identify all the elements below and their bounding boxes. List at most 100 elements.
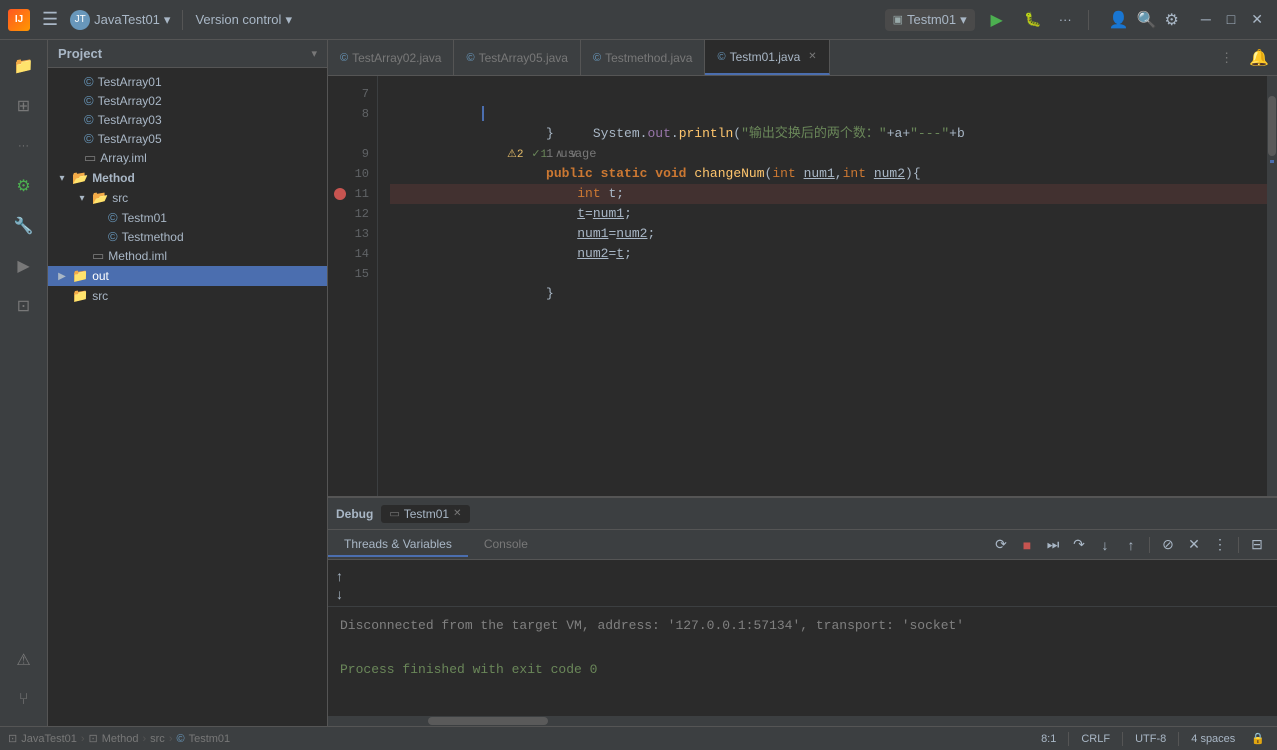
debug-section-console[interactable]: Console <box>468 533 544 557</box>
toggle-icon: ▾ <box>76 193 88 204</box>
sidebar-icon-plugins[interactable]: ▶ <box>6 248 42 284</box>
tab-close-icon[interactable]: ✕ <box>808 51 816 62</box>
project-selector[interactable]: JT JavaTest01 ▾ <box>70 10 170 30</box>
code-content[interactable]: System.out.println("输出交换后的两个数："+a+"---"+… <box>378 76 1267 496</box>
debug-file-close[interactable]: ✕ <box>453 508 461 519</box>
settings-button[interactable]: ⚙ <box>1165 10 1179 30</box>
maximize-button[interactable]: □ <box>1221 9 1241 30</box>
tree-item-testarray02[interactable]: © TestArray02 <box>48 91 327 110</box>
folder-icon: 📁 <box>72 288 88 304</box>
tree-item-label: Testm01 <box>122 211 167 225</box>
tab-bar: © TestArray02.java © TestArray05.java © … <box>328 40 1277 76</box>
tab-label: TestArray05.java <box>479 51 568 65</box>
scrollbar-thumb <box>1268 96 1276 156</box>
notification-bell[interactable]: 🔔 <box>1241 48 1277 68</box>
cursor-position[interactable]: 8:1 <box>1037 732 1060 746</box>
hamburger-menu[interactable]: ☰ <box>38 7 62 32</box>
tree-item-testarray01[interactable]: © TestArray01 <box>48 72 327 91</box>
breadcrumb-icon-testm01: © <box>176 733 184 745</box>
debug-section-threads[interactable]: Threads & Variables <box>328 533 468 557</box>
breakpoint-indicator <box>334 188 346 200</box>
run-button[interactable]: ▶ <box>983 6 1011 34</box>
step-out-button[interactable]: ↑ <box>1119 533 1143 557</box>
breadcrumb-javatest01[interactable]: ⊡ <box>8 732 17 745</box>
search-button[interactable]: 🔍 <box>1137 10 1157 30</box>
main-layout: 📁 ⊞ ··· ⚙ 🔧 ▶ ⊡ ⚠ ⑂ Project ▾ © TestArra… <box>0 40 1277 726</box>
tree-item-array-iml[interactable]: ▭ Array.iml <box>48 148 327 168</box>
tab-testmethod[interactable]: © Testmethod.java <box>581 40 706 75</box>
breadcrumb-method[interactable]: Method <box>102 733 139 745</box>
debug-tab-label[interactable]: Debug <box>336 507 373 521</box>
java-file-icon: © <box>108 210 118 225</box>
breadcrumb-item-javatest01[interactable]: JavaTest01 <box>21 733 77 745</box>
divider-1 <box>182 10 183 30</box>
tab-label: Testmethod.java <box>605 51 692 65</box>
line-ending[interactable]: CRLF <box>1077 732 1114 746</box>
tab-testarray02[interactable]: © TestArray02.java <box>328 40 454 75</box>
tree-item-method[interactable]: ▾ 📂 Method <box>48 168 327 188</box>
tree-item-out[interactable]: ▶ 📁 out <box>48 266 327 286</box>
console-output[interactable]: Disconnected from the target VM, address… <box>328 607 1277 716</box>
tree-item-label: src <box>112 191 128 205</box>
status-separator-1 <box>1068 732 1069 746</box>
rerun-button[interactable]: ⟳ <box>989 533 1013 557</box>
run-configuration[interactable]: ▣ Testm01 ▾ <box>885 9 975 31</box>
sidebar-icon-folder[interactable]: 📁 <box>6 48 42 84</box>
breadcrumb: ⊡ JavaTest01 › ⊡ Method › src › © Testm0… <box>8 732 230 745</box>
tree-item-testmethod[interactable]: © Testmethod <box>48 227 327 246</box>
more-debug-button[interactable]: ⋮ <box>1208 533 1232 557</box>
sidebar-icon-terminal[interactable]: ⊡ <box>6 288 42 324</box>
project-tree: © TestArray01 © TestArray02 © TestArray0… <box>48 68 327 726</box>
collab-button[interactable]: 👤 <box>1109 10 1129 30</box>
tree-item-src2[interactable]: ▶ 📁 src <box>48 286 327 306</box>
tab-testm01[interactable]: © Testm01.java ✕ <box>705 40 829 75</box>
tree-item-label: src <box>92 289 108 303</box>
resume-button[interactable]: ⏭ <box>1041 533 1065 557</box>
tab-testarray05[interactable]: © TestArray05.java <box>454 40 580 75</box>
sidebar-icon-tools[interactable]: 🔧 <box>6 208 42 244</box>
encoding[interactable]: UTF-8 <box>1131 732 1170 746</box>
tree-item-testarray05[interactable]: © TestArray05 <box>48 129 327 148</box>
toolbar-separator <box>1149 537 1150 553</box>
project-header-chevron[interactable]: ▾ <box>311 47 317 60</box>
sidebar-icon-vcs[interactable]: ⑂ <box>6 682 42 718</box>
scroll-down-button[interactable]: ↓ <box>336 586 343 602</box>
console-line-blank <box>340 637 1265 659</box>
code-line-7: System.out.println("输出交换后的两个数："+a+"---"+… <box>390 84 1267 104</box>
java-file-icon: © <box>84 112 94 127</box>
title-bar-actions: 👤 🔍 ⚙ <box>1109 10 1179 30</box>
step-into-button[interactable]: ↓ <box>1093 533 1117 557</box>
breadcrumb-testm01[interactable]: Testm01 <box>189 733 231 745</box>
iml-file-icon: ▭ <box>84 150 96 166</box>
minimize-button[interactable]: ─ <box>1195 9 1217 30</box>
scroll-marker <box>1270 160 1274 163</box>
horizontal-scrollbar[interactable] <box>328 716 1277 726</box>
stop-button[interactable]: ■ <box>1015 533 1039 557</box>
layout-button[interactable]: ⊟ <box>1245 533 1269 557</box>
editor-area: © TestArray02.java © TestArray05.java © … <box>328 40 1277 726</box>
close-button[interactable]: ✕ <box>1245 9 1269 30</box>
scroll-up-button[interactable]: ↑ <box>336 568 343 584</box>
sidebar-icon-extensions[interactable]: ⊞ <box>6 88 42 124</box>
breadcrumb-src[interactable]: src <box>150 733 165 745</box>
indent-settings[interactable]: 4 spaces <box>1187 732 1239 746</box>
lock-icon[interactable]: 🔒 <box>1247 732 1269 746</box>
code-editor[interactable]: 7 8 · 9 10 11 12 13 14 15 <box>328 76 1277 496</box>
tree-item-testarray03[interactable]: © TestArray03 <box>48 110 327 129</box>
step-over-button[interactable]: ↷ <box>1067 533 1091 557</box>
sidebar-icon-problems[interactable]: ⚠ <box>6 642 42 678</box>
sidebar-icon-run-debug[interactable]: ⚙ <box>6 168 42 204</box>
project-panel: Project ▾ © TestArray01 © TestArray02 <box>48 40 328 726</box>
version-control-selector[interactable]: Version control ▾ <box>195 12 292 28</box>
clear-button[interactable]: ✕ <box>1182 533 1206 557</box>
debug-button[interactable]: 🐛 <box>1019 6 1047 34</box>
tree-item-testm01[interactable]: © Testm01 <box>48 208 327 227</box>
run-more-button[interactable]: ··· <box>1055 10 1076 29</box>
tab-more-button[interactable]: ⋮ <box>1212 50 1241 66</box>
debug-file-tab[interactable]: ▭ Testm01 ✕ <box>381 505 469 523</box>
mute-button[interactable]: ⊘ <box>1156 533 1180 557</box>
editor-scrollbar[interactable] <box>1267 76 1277 496</box>
tree-item-method-iml[interactable]: ▭ Method.iml <box>48 246 327 266</box>
tree-item-src[interactable]: ▾ 📂 src <box>48 188 327 208</box>
sidebar-icon-more[interactable]: ··· <box>6 128 42 164</box>
